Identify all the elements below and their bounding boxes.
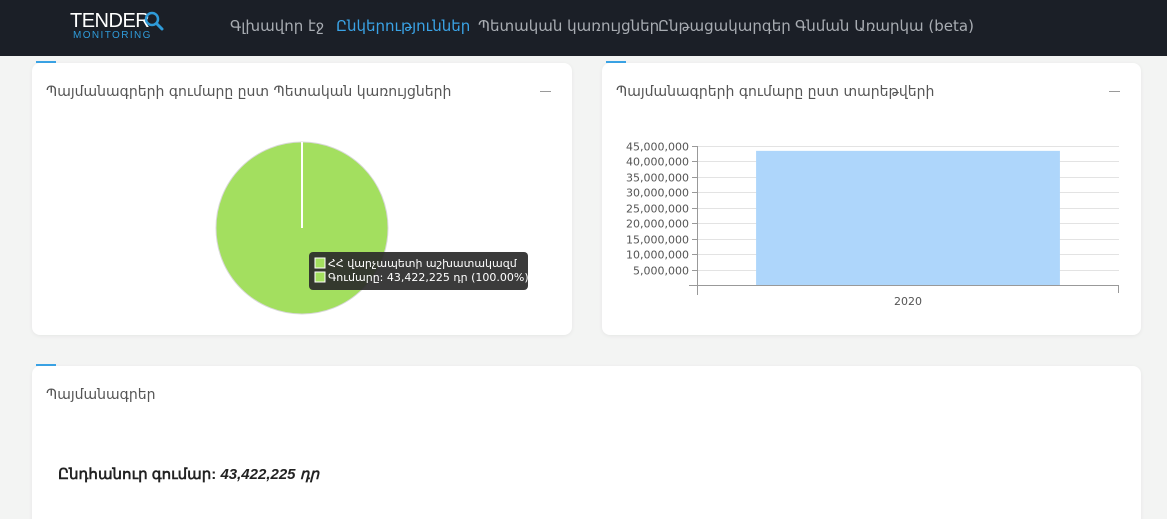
contracts-card: Պայմանագրեր [32,366,1141,519]
tender-monitoring-logo[interactable]: TENDER MONITORING [70,8,170,44]
y-tick-label: 35,000,000 [626,172,689,185]
y-tick-label: 45,000,000 [626,141,689,154]
pie-chart: ՀՀ վարչապետի աշխատակազմ Գումարը: 43,422,… [215,141,529,315]
nav-item-state-bodies[interactable]: Պետական կառույցներ [478,16,659,36]
nav-item-home[interactable]: Գլխավոր էջ [230,16,324,36]
bar[interactable] [756,150,1060,285]
nav-item-companies[interactable]: Ընկերություններ [336,16,470,36]
bar-chart: 5,000,000 10,000,000 15,000,000 20,000,000 2… [626,141,1119,308]
tooltip-swatch [314,271,326,283]
y-tick-label: 20,000,000 [626,218,689,231]
logo-main-text: TENDER [70,10,150,32]
bar-chart-card: Պայմանագրերի գումարը ըստ տարեթվերի 5,000… [602,63,1141,335]
tooltip-swatch [314,257,326,269]
nav-item-procurement-subject[interactable]: Գնման Առարկա (beta) [795,16,974,36]
y-tick-label: 10,000,000 [626,249,689,262]
y-tick-label: 5,000,000 [633,265,689,278]
top-navbar: TENDER MONITORING Գլխավոր էջ Ընկերությու… [0,0,1167,56]
pie-chart-card: Պայմանագրերի գումարը ըստ Պետական կառույց… [32,63,572,335]
pie-tooltip: ՀՀ վարչապետի աշխատակազմ Գումարը: 43,422,… [309,252,529,290]
nav-item-procedures[interactable]: Ընթացակարգեր [658,16,791,36]
contracts-card-title: Պայմանագրեր [46,387,156,403]
y-tick-label: 40,000,000 [626,156,689,169]
total-label: Ընդհանուր գումար: [58,466,217,483]
tooltip-line-2: Գումարը: 43,422,225 դր (100.00%) [328,271,529,284]
y-tick-label: 25,000,000 [626,203,689,216]
x-tick-label: 2020 [894,295,922,308]
magnifier-logo-icon [144,11,164,31]
total-value: 43,422,225 դր [220,466,320,483]
y-tick-label: 30,000,000 [626,187,689,200]
tooltip-line-1: ՀՀ վարչապետի աշխատակազմ [328,257,518,270]
contracts-total: Ընդհանուր գումար: 43,422,225 դր [58,465,319,483]
logo-sub-text: MONITORING [73,30,152,41]
y-tick-label: 15,000,000 [626,234,689,247]
